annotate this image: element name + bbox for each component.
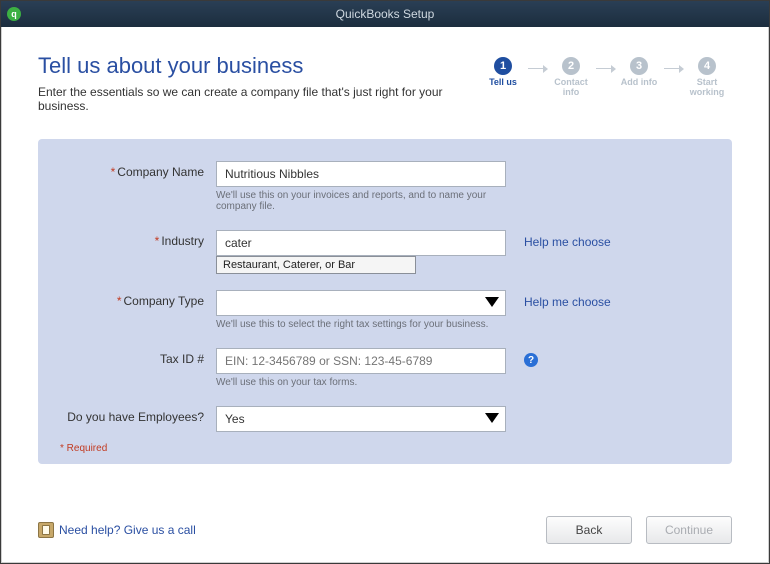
step-start-working: 4 Start working <box>682 57 732 98</box>
required-note: * Required <box>60 443 107 454</box>
company-name-hint: We'll use this on your invoices and repo… <box>216 190 506 212</box>
step-contact-info: 2 Contact info <box>546 57 596 98</box>
step-number-icon: 3 <box>630 57 648 75</box>
page-subtitle: Enter the essentials so we can create a … <box>38 85 478 113</box>
footer: Need help? Give us a call Back Continue <box>38 516 732 544</box>
step-number-icon: 2 <box>562 57 580 75</box>
back-button[interactable]: Back <box>546 516 632 544</box>
employees-label: Do you have Employees? <box>66 406 216 424</box>
step-add-info: 3 Add info <box>614 57 664 88</box>
setup-window: q QuickBooks Setup Tell us about your bu… <box>0 0 770 564</box>
industry-input[interactable] <box>216 230 506 256</box>
page-heading: Tell us about your business <box>38 53 478 79</box>
industry-autocomplete[interactable]: Restaurant, Caterer, or Bar <box>216 256 416 274</box>
industry-suggestion-item[interactable]: Restaurant, Caterer, or Bar <box>217 257 415 273</box>
form-panel: *Company Name We'll use this on your inv… <box>38 139 732 464</box>
window-title: QuickBooks Setup <box>1 7 769 21</box>
company-name-input[interactable] <box>216 161 506 187</box>
industry-help-link[interactable]: Help me choose <box>524 235 611 249</box>
tax-id-hint: We'll use this on your tax forms. <box>216 377 506 388</box>
company-type-label: *Company Type <box>66 290 216 308</box>
wizard-steps: 1 Tell us 2 Contact info 3 Add info 4 St… <box>478 57 732 98</box>
chevron-down-icon <box>485 297 499 307</box>
step-number-icon: 1 <box>494 57 512 75</box>
chevron-down-icon <box>485 413 499 423</box>
tax-id-label: Tax ID # <box>66 348 216 366</box>
continue-button: Continue <box>646 516 732 544</box>
step-arrow-icon <box>596 63 614 73</box>
company-name-label: *Company Name <box>66 161 216 179</box>
info-icon[interactable]: ? <box>524 353 538 367</box>
tax-id-input[interactable] <box>216 348 506 374</box>
company-type-help-link[interactable]: Help me choose <box>524 295 611 309</box>
industry-label: *Industry <box>66 230 216 248</box>
company-type-select[interactable] <box>216 290 506 316</box>
titlebar: q QuickBooks Setup <box>1 1 769 27</box>
step-number-icon: 4 <box>698 57 716 75</box>
step-tell-us: 1 Tell us <box>478 57 528 88</box>
phone-icon <box>38 522 54 538</box>
employees-select[interactable]: Yes <box>216 406 506 432</box>
step-arrow-icon <box>528 63 546 73</box>
need-help-link[interactable]: Need help? Give us a call <box>38 522 196 538</box>
company-type-hint: We'll use this to select the right tax s… <box>216 319 506 330</box>
content-area: Tell us about your business Enter the es… <box>1 27 769 563</box>
step-arrow-icon <box>664 63 682 73</box>
